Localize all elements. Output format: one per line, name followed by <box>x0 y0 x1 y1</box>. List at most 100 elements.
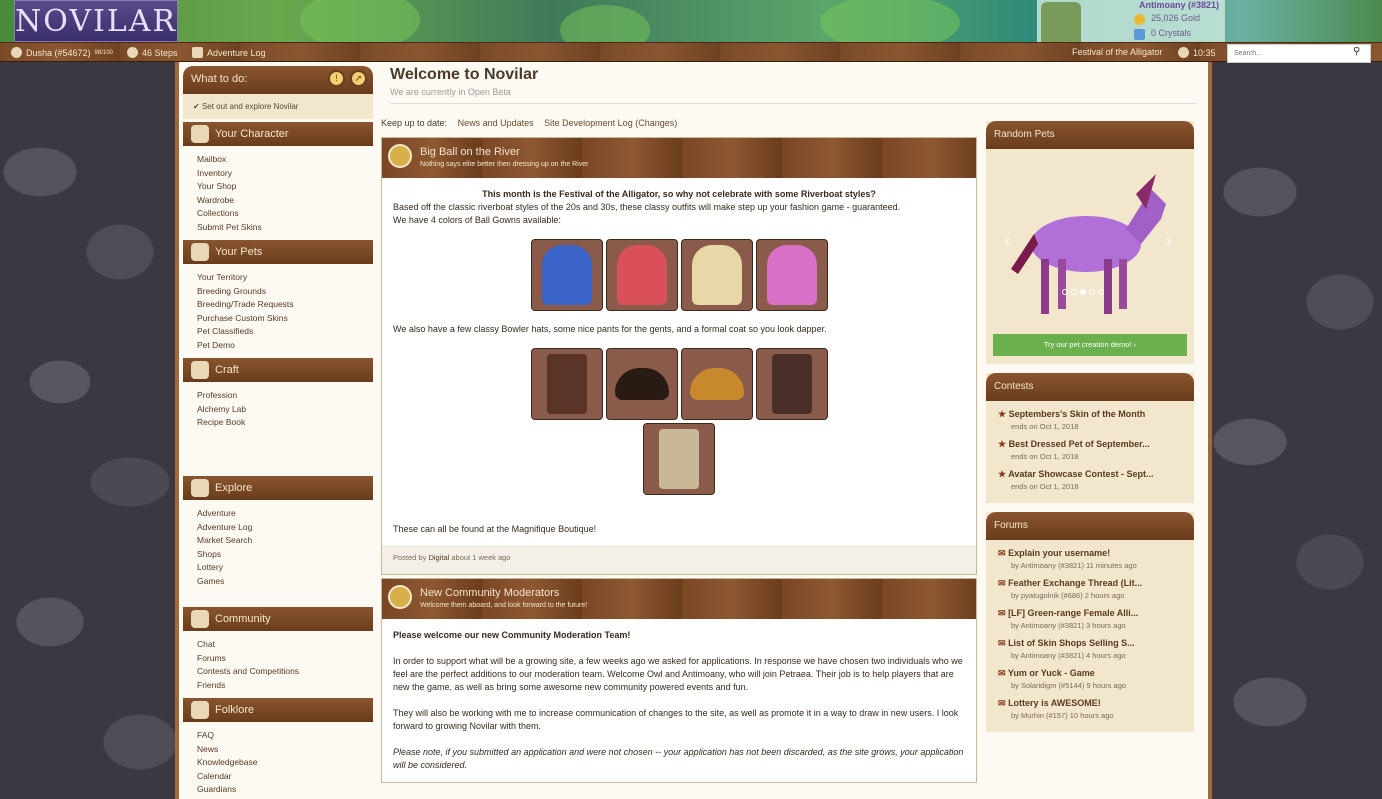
carousel-dot[interactable] <box>1062 289 1068 295</box>
pet-horse-image[interactable] <box>986 149 1194 334</box>
section-header[interactable]: Craft <box>183 358 373 382</box>
sidebar-link[interactable]: Adventure Log <box>197 521 359 535</box>
contest-title[interactable]: Best Dressed Pet of September... <box>1009 439 1150 449</box>
section-header[interactable]: Explore <box>183 476 373 500</box>
user-link[interactable]: Dusha (#54672) 98/100 <box>11 47 113 58</box>
section-header[interactable]: Community <box>183 607 373 631</box>
sidebar-link[interactable]: Recipe Book <box>197 416 359 430</box>
sidebar-link[interactable]: Lottery <box>197 561 359 575</box>
sidebar-link[interactable]: Collections <box>197 207 359 221</box>
sidebar-link[interactable]: Market Search <box>197 534 359 548</box>
post-title[interactable]: Big Ball on the River <box>420 146 520 158</box>
adventure-log-link[interactable]: Adventure Log <box>192 47 266 58</box>
festival-link[interactable]: Festival of the Alligator <box>1072 47 1163 57</box>
sidebar-link[interactable]: Calendar <box>197 770 359 784</box>
sidebar-link[interactable]: Breeding Grounds <box>197 285 359 299</box>
steps-link[interactable]: 46 Steps <box>127 47 178 58</box>
compass-icon[interactable]: ➚ <box>350 70 367 87</box>
forum-item[interactable]: ✉ Lottery is AWESOME! by Murhin (#157) 10… <box>986 694 1194 724</box>
section-list: Adventure Adventure Log Market Search Shops… <box>183 500 373 588</box>
gown-item[interactable] <box>755 239 828 311</box>
post-title[interactable]: New Community Moderators <box>420 587 559 599</box>
search-icon[interactable]: ⚲ <box>1353 46 1360 57</box>
section-header[interactable]: Folklore <box>183 698 373 722</box>
devlog-link[interactable]: Site Development Log (Changes) <box>544 118 677 128</box>
section-list: Your Territory Breeding Grounds Breeding/T… <box>183 264 373 352</box>
gown-item[interactable] <box>605 239 678 311</box>
carousel-prev-icon[interactable]: ‹ <box>1004 231 1010 252</box>
sidebar-link[interactable]: Breeding/Trade Requests <box>197 298 359 312</box>
forum-item[interactable]: ✉ Explain your username! by Antimoany (#3… <box>986 544 1194 574</box>
menswear-item[interactable] <box>530 348 603 420</box>
sidebar-link[interactable]: Purchase Custom Skins <box>197 312 359 326</box>
carousel-dot[interactable] <box>1098 289 1104 295</box>
avatar[interactable] <box>1041 2 1081 42</box>
forum-title[interactable]: Feather Exchange Thread (Lit... <box>1008 578 1142 588</box>
alert-icon[interactable]: ! <box>328 70 345 87</box>
contest-title[interactable]: Septembers's Skin of the Month <box>1009 409 1146 419</box>
carousel-dot[interactable] <box>1071 289 1077 295</box>
todo-item[interactable]: Set out and explore Novilar <box>202 102 299 111</box>
pet-demo-button[interactable]: Try our pet creation demo! › <box>993 334 1187 356</box>
contest-item[interactable]: ★ Best Dressed Pet of September... ends o… <box>986 435 1194 465</box>
sidebar-link[interactable]: Chat <box>197 638 359 652</box>
forum-item[interactable]: ✉ Feather Exchange Thread (Lit... by pyat… <box>986 574 1194 604</box>
sidebar-link[interactable]: Inventory <box>197 167 359 181</box>
sidebar-link[interactable]: Pet Demo <box>197 339 359 353</box>
site-logo[interactable]: NOVILAR <box>14 0 178 42</box>
section-header[interactable]: Your Pets <box>183 240 373 264</box>
sidebar-link[interactable]: Mailbox <box>197 153 359 167</box>
contest-item[interactable]: ★ Avatar Showcase Contest - Sept... ends … <box>986 465 1194 495</box>
menswear-item[interactable] <box>643 423 715 495</box>
forum-title[interactable]: Lottery is AWESOME! <box>1008 698 1101 708</box>
sidebar-link[interactable]: Profession <box>197 389 359 403</box>
sidebar-link[interactable]: Contests and Competitions <box>197 665 359 679</box>
sidebar-link[interactable]: Adventure <box>197 507 359 521</box>
search-input[interactable] <box>1227 44 1371 63</box>
carousel-dot[interactable] <box>1080 289 1086 295</box>
menswear-item[interactable] <box>680 348 753 420</box>
carousel-next-icon[interactable]: › <box>1166 231 1172 252</box>
user-name[interactable]: Antimoany (#3821) <box>1139 0 1219 10</box>
user-card[interactable]: Antimoany (#3821) 25,026 Gold 0 Crystals <box>1037 0 1225 42</box>
forum-item[interactable]: ✉ List of Skin Shops Selling S... by Anti… <box>986 634 1194 664</box>
author-link[interactable]: Digital <box>428 553 449 562</box>
forum-title[interactable]: Explain your username! <box>1008 548 1110 558</box>
sidebar-link[interactable]: Friends <box>197 679 359 693</box>
contest-title[interactable]: Avatar Showcase Contest - Sept... <box>1008 469 1153 479</box>
sidebar-link[interactable]: FAQ <box>197 729 359 743</box>
post-text: These can all be found at the Magnifique… <box>393 524 597 534</box>
news-link[interactable]: News and Updates <box>458 118 534 128</box>
section-list: Mailbox Inventory Your Shop Wardrobe Collect… <box>183 146 373 234</box>
sidebar-link[interactable]: Forums <box>197 652 359 666</box>
forum-title[interactable]: [LF] Green-range Female Alli... <box>1008 608 1138 618</box>
post-text: We have 4 colors of Ball Gowns available… <box>393 215 561 225</box>
leaf-decoration <box>560 5 650 44</box>
sidebar-link[interactable]: Knowledgebase <box>197 756 359 770</box>
sidebar-link[interactable]: Your Territory <box>197 271 359 285</box>
sidebar-link[interactable]: Your Shop <box>197 180 359 194</box>
forum-item[interactable]: ✉ [LF] Green-range Female Alli... by Anti… <box>986 604 1194 634</box>
forum-title[interactable]: List of Skin Shops Selling S... <box>1008 638 1135 648</box>
post-time: about 1 week ago <box>451 553 511 562</box>
section-header[interactable]: Your Character <box>183 122 373 146</box>
carousel-dot[interactable] <box>1089 289 1095 295</box>
sidebar-link[interactable]: Submit Pet Skins <box>197 221 359 235</box>
gown-item[interactable] <box>680 239 753 311</box>
contest-item[interactable]: ★ Septembers's Skin of the Month ends on … <box>986 405 1194 435</box>
gown-item[interactable] <box>530 239 603 311</box>
sidebar-link[interactable]: Pet Classifieds <box>197 325 359 339</box>
sidebar-link[interactable]: Alchemy Lab <box>197 403 359 417</box>
menswear-item[interactable] <box>755 348 828 420</box>
sidebar-link[interactable]: News <box>197 743 359 757</box>
sidebar-link[interactable]: Guardians <box>197 783 359 796</box>
page-subtitle: We are currently in Open Beta <box>390 87 511 97</box>
post-text: In order to support what will be a growi… <box>393 656 963 692</box>
forum-title[interactable]: Yum or Yuck - Game <box>1008 668 1095 678</box>
forum-item[interactable]: ✉ Yum or Yuck - Game by Solaridigm (#5144… <box>986 664 1194 694</box>
sidebar-link[interactable]: Wardrobe <box>197 194 359 208</box>
sidebar-link[interactable]: Shops <box>197 548 359 562</box>
menswear-item[interactable] <box>605 348 678 420</box>
sidebar-link[interactable]: Games <box>197 575 359 589</box>
